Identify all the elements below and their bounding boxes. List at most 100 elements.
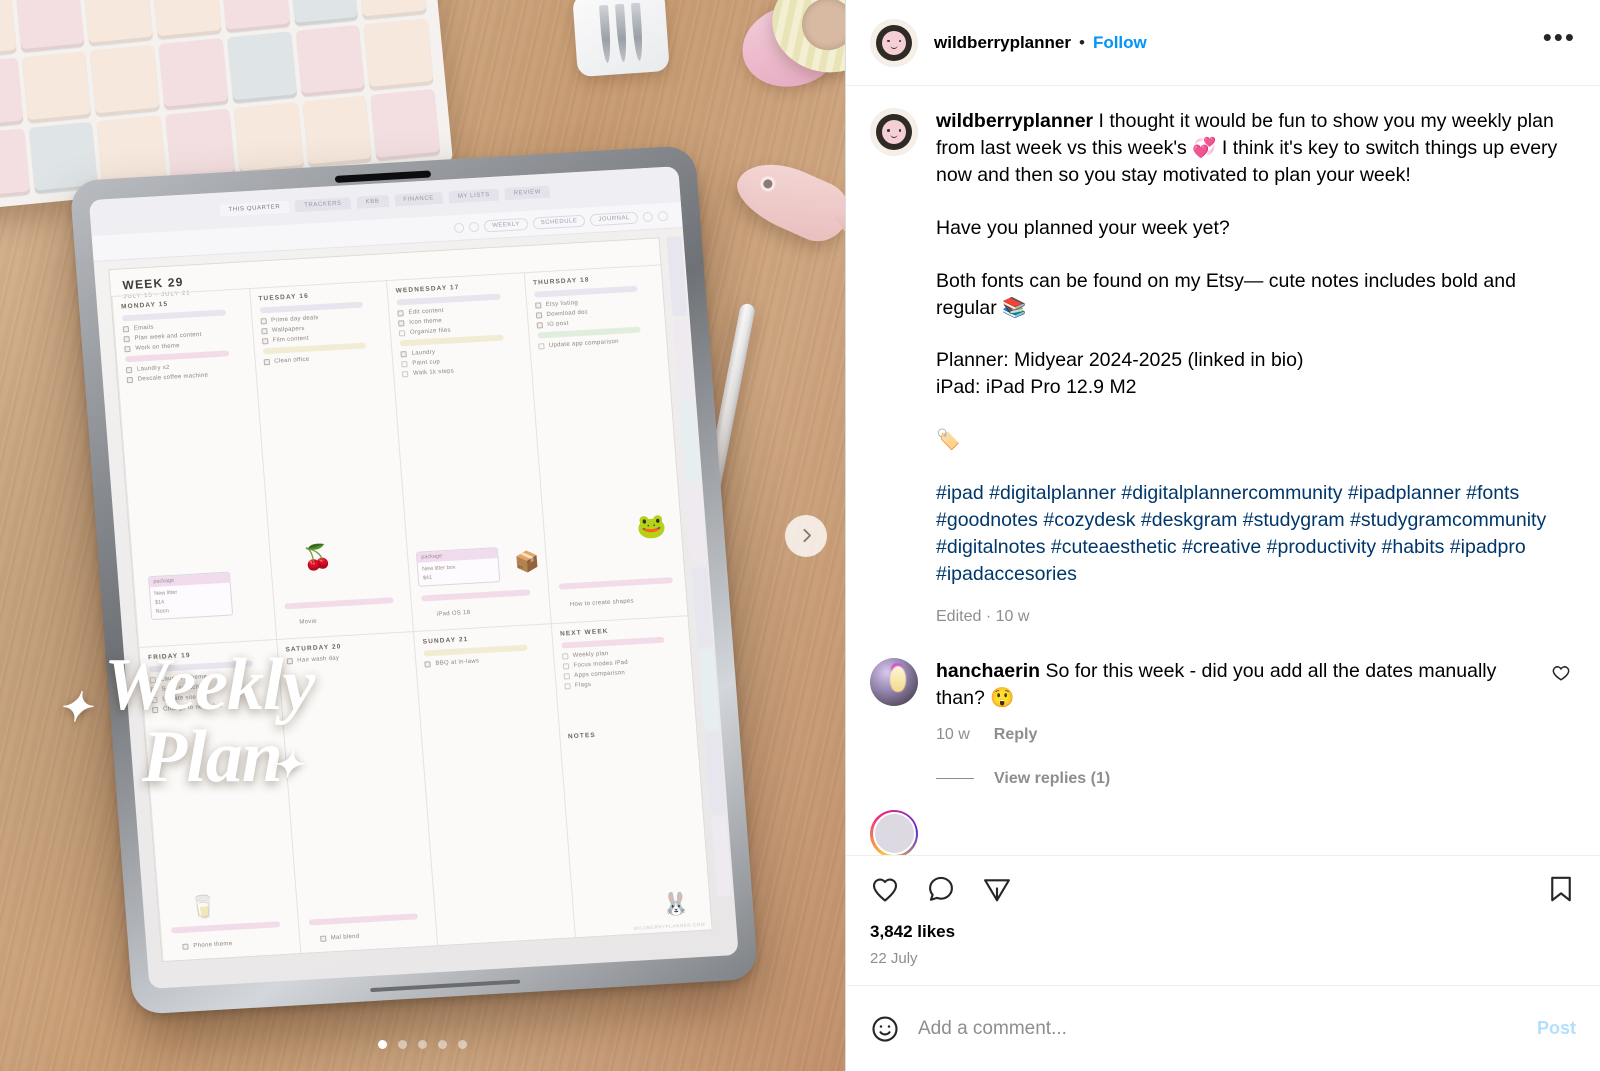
planner-notes-label: NOTES — [567, 732, 597, 741]
heart-icon — [872, 878, 898, 902]
comment-username[interactable]: hanchaerin — [936, 660, 1040, 682]
comment-text: hanchaerin So for this week - did you ad… — [936, 658, 1534, 712]
planner-section-band — [262, 342, 367, 355]
caption-paragraph-5: iPad: iPad Pro 12.9 M2 — [936, 376, 1137, 399]
ipad-device: THIS QUARTER TRACKERS KBB FINANCE MY LIS… — [69, 145, 759, 1015]
more-options-button[interactable]: ••• — [1543, 24, 1576, 52]
planner-tab: KBB — [356, 194, 389, 209]
next-comment-avatar[interactable] — [870, 809, 918, 855]
comment-button[interactable] — [926, 874, 956, 904]
carousel-dot[interactable] — [398, 1040, 407, 1049]
emoji-picker-button[interactable] — [870, 1014, 900, 1044]
caption-paragraph-6: 🏷️ — [936, 429, 961, 452]
keycap — [90, 44, 160, 117]
keycap — [21, 50, 92, 123]
keycap — [233, 101, 304, 174]
checkbox-icon — [149, 677, 157, 684]
post-date: 22 July — [870, 950, 918, 967]
comment-reply-button[interactable]: Reply — [994, 726, 1038, 744]
task-label: Clean office — [274, 356, 310, 365]
task-label: Film content — [272, 335, 310, 344]
tool-icon — [642, 211, 654, 222]
planner-view-pill: JOURNAL — [589, 211, 639, 226]
side-tab — [698, 649, 720, 731]
checkbox-icon — [537, 343, 545, 350]
task-label: Send swatch — [161, 684, 200, 694]
planner-tab: REVIEW — [504, 185, 551, 201]
task-label: How to create shapes — [569, 598, 635, 609]
share-icon — [984, 879, 1010, 902]
checkbox-icon — [561, 653, 569, 660]
task-label: Mal blend — [330, 933, 360, 942]
package-sticker: 📦 — [513, 551, 541, 575]
post-header: wildberryplanner • Follow ••• — [846, 0, 1600, 86]
planner-grid: MONDAY 15 Emails Plan week and content W… — [111, 264, 712, 962]
post-comment-button[interactable]: Post — [1537, 1018, 1576, 1039]
nib — [598, 4, 612, 64]
checkbox-icon — [261, 338, 268, 345]
planner-day-label: NEXT WEEK — [559, 628, 609, 639]
planner-day-label: TUESDAY 16 — [258, 292, 310, 303]
planner-mini-band — [283, 597, 394, 610]
planner-next-week-cell: NEXT WEEK Weekly plan Focus modes iPad A… — [550, 615, 712, 938]
comment-like-button[interactable] — [1552, 658, 1576, 687]
planner-mini-band — [308, 913, 418, 926]
save-button[interactable] — [1546, 874, 1576, 904]
keycap — [151, 0, 222, 39]
task-label: Wallpapers — [271, 325, 305, 334]
planner-day-label: MONDAY 15 — [120, 300, 169, 311]
bunny-sticker: 🐰 — [661, 890, 691, 918]
task-label: Organize files — [409, 327, 452, 336]
caption-username[interactable]: wildberryplanner — [936, 110, 1093, 132]
view-replies-row[interactable]: View replies (1) — [936, 770, 1576, 788]
carousel-dot[interactable] — [438, 1040, 447, 1049]
planner-day-cell: TUESDAY 16 Prime day deals Wallpapers Fi… — [248, 280, 413, 640]
post-media[interactable]: 2.4BT THIS QUARTER TRACKERS KBB FINANCE … — [0, 0, 845, 1071]
avatar[interactable] — [870, 108, 918, 156]
planner-day-cell: MONDAY 15 Emails Plan week and content W… — [111, 288, 276, 648]
comment-composer: Post — [846, 985, 1600, 1071]
share-button[interactable] — [982, 874, 1012, 904]
task-label: Plan week and content — [134, 331, 202, 342]
comment-time: 10 w — [936, 725, 970, 743]
post-body: wildberryplanner I thought it would be f… — [846, 86, 1600, 855]
carousel-dot[interactable] — [458, 1040, 467, 1049]
avatar-inner — [872, 812, 916, 855]
avatar[interactable] — [870, 657, 918, 706]
checkbox-icon — [319, 935, 326, 942]
avatar-face-icon — [882, 120, 906, 144]
task-label: Hair wash day — [297, 655, 340, 665]
comment-input[interactable] — [918, 1017, 1537, 1040]
planner-section-band — [124, 350, 229, 363]
follow-button[interactable]: Follow — [1093, 33, 1147, 53]
carousel-dot[interactable] — [418, 1040, 427, 1049]
checkbox-icon — [397, 310, 404, 317]
view-replies-button[interactable]: View replies (1) — [994, 770, 1110, 788]
carousel-next-button[interactable] — [785, 514, 827, 557]
task-label: Work on theme — [135, 343, 181, 352]
nib — [614, 3, 628, 63]
carousel-dot[interactable] — [378, 1040, 387, 1049]
planner-tab: TRACKERS — [294, 197, 352, 213]
cherry-sticker: 🍒 — [301, 544, 334, 573]
milk-carton-sticker: 🥛 — [188, 893, 218, 921]
post-author-username[interactable]: wildberryplanner — [934, 33, 1071, 53]
planner-task: Flags — [563, 677, 685, 690]
comment-icon — [929, 876, 953, 901]
caption-hashtags[interactable]: #ipad #digitalplanner #digitalplannercom… — [936, 480, 1576, 588]
task-label: Update site — [162, 695, 197, 704]
task-label: Emails — [133, 324, 154, 332]
planner-section-band — [536, 326, 641, 339]
planner-note-card: package New litter $14 Noon — [147, 571, 234, 621]
comment-main: hanchaerin So for this week - did you ad… — [936, 658, 1534, 744]
task-label: Phone theme — [193, 941, 233, 950]
task-label: Download doc — [546, 309, 589, 318]
header-separator: • — [1078, 32, 1085, 52]
like-button[interactable] — [870, 874, 900, 904]
planner-day-label: SATURDAY 20 — [285, 643, 342, 654]
checkbox-icon — [122, 326, 130, 333]
planner-day-cell: THURSDAY 18 Etsy listing Download doc IG… — [523, 264, 688, 624]
avatar[interactable] — [870, 18, 918, 67]
likes-count[interactable]: 3,842 likes — [870, 922, 1576, 942]
side-tab — [672, 318, 694, 400]
